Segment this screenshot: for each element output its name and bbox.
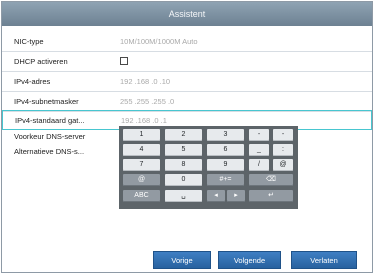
key-6[interactable]: 6 [207, 144, 244, 156]
dhcp-label: DHCP activeren [14, 57, 68, 66]
key-3[interactable]: 3 [207, 129, 244, 141]
key-underscore[interactable]: _ [249, 144, 269, 156]
key-8[interactable]: 8 [165, 159, 202, 171]
dhcp-checkbox[interactable] [120, 57, 128, 65]
backspace-key[interactable]: ⌫ [249, 174, 293, 186]
ipv4-address-row: IPv4-adres 192 .168 .0 .10 [2, 72, 372, 92]
enter-key[interactable]: ↵ [249, 190, 293, 202]
next-button[interactable]: Volgende [218, 251, 281, 269]
space-key[interactable]: ␣ [165, 190, 202, 202]
key-colon[interactable]: : [273, 144, 293, 156]
key-at[interactable]: @ [273, 159, 293, 171]
ipv4-address-input[interactable]: 192 .168 .0 .10 [120, 77, 170, 86]
key-minus[interactable]: - [249, 129, 269, 141]
nic-type-value[interactable]: 10M/100M/1000M Auto [120, 37, 198, 46]
key-dash[interactable]: - [273, 129, 293, 141]
key-4[interactable]: 4 [123, 144, 160, 156]
key-7[interactable]: 7 [123, 159, 160, 171]
key-1[interactable]: 1 [123, 129, 160, 141]
key-at-symbol[interactable]: @ [123, 174, 160, 186]
key-slash[interactable]: / [249, 159, 269, 171]
arrow-right-key[interactable]: ▸ [227, 190, 245, 202]
nic-type-label: NIC-type [14, 37, 44, 46]
ipv4-subnet-input[interactable]: 255 .255 .255 .0 [120, 97, 174, 106]
dhcp-row: DHCP activeren [2, 52, 372, 72]
previous-button[interactable]: Vorige [153, 251, 211, 269]
key-5[interactable]: 5 [165, 144, 202, 156]
nic-type-row[interactable]: NIC-type 10M/100M/1000M Auto [2, 32, 372, 52]
ipv4-subnet-row: IPv4-subnetmasker 255 .255 .255 .0 [2, 92, 372, 112]
key-0[interactable]: 0 [165, 174, 202, 186]
ipv4-gateway-label: IPv4-standaard gat... [15, 116, 85, 125]
virtual-keypad: 1 2 3 - - 4 5 6 _ : 7 8 9 / @ @ 0 #+= ⌫ … [119, 126, 298, 209]
key-abc[interactable]: ABC [123, 190, 160, 202]
ipv4-address-label: IPv4-adres [14, 77, 51, 86]
ipv4-gateway-input[interactable]: 192 .168 .0 .1 [121, 116, 167, 125]
alternate-dns-label: Alternatieve DNS-s... [14, 147, 85, 156]
key-9[interactable]: 9 [207, 159, 244, 171]
ipv4-subnet-label: IPv4-subnetmasker [14, 97, 79, 106]
key-symbols[interactable]: #+= [207, 174, 244, 186]
key-2[interactable]: 2 [165, 129, 202, 141]
preferred-dns-label: Voorkeur DNS-server [14, 132, 86, 141]
exit-button[interactable]: Verlaten [291, 251, 357, 269]
dialog-title: Assistent [2, 2, 372, 26]
wizard-dialog: Assistent NIC-type 10M/100M/1000M Auto D… [1, 1, 373, 273]
arrow-left-key[interactable]: ◂ [207, 190, 225, 202]
